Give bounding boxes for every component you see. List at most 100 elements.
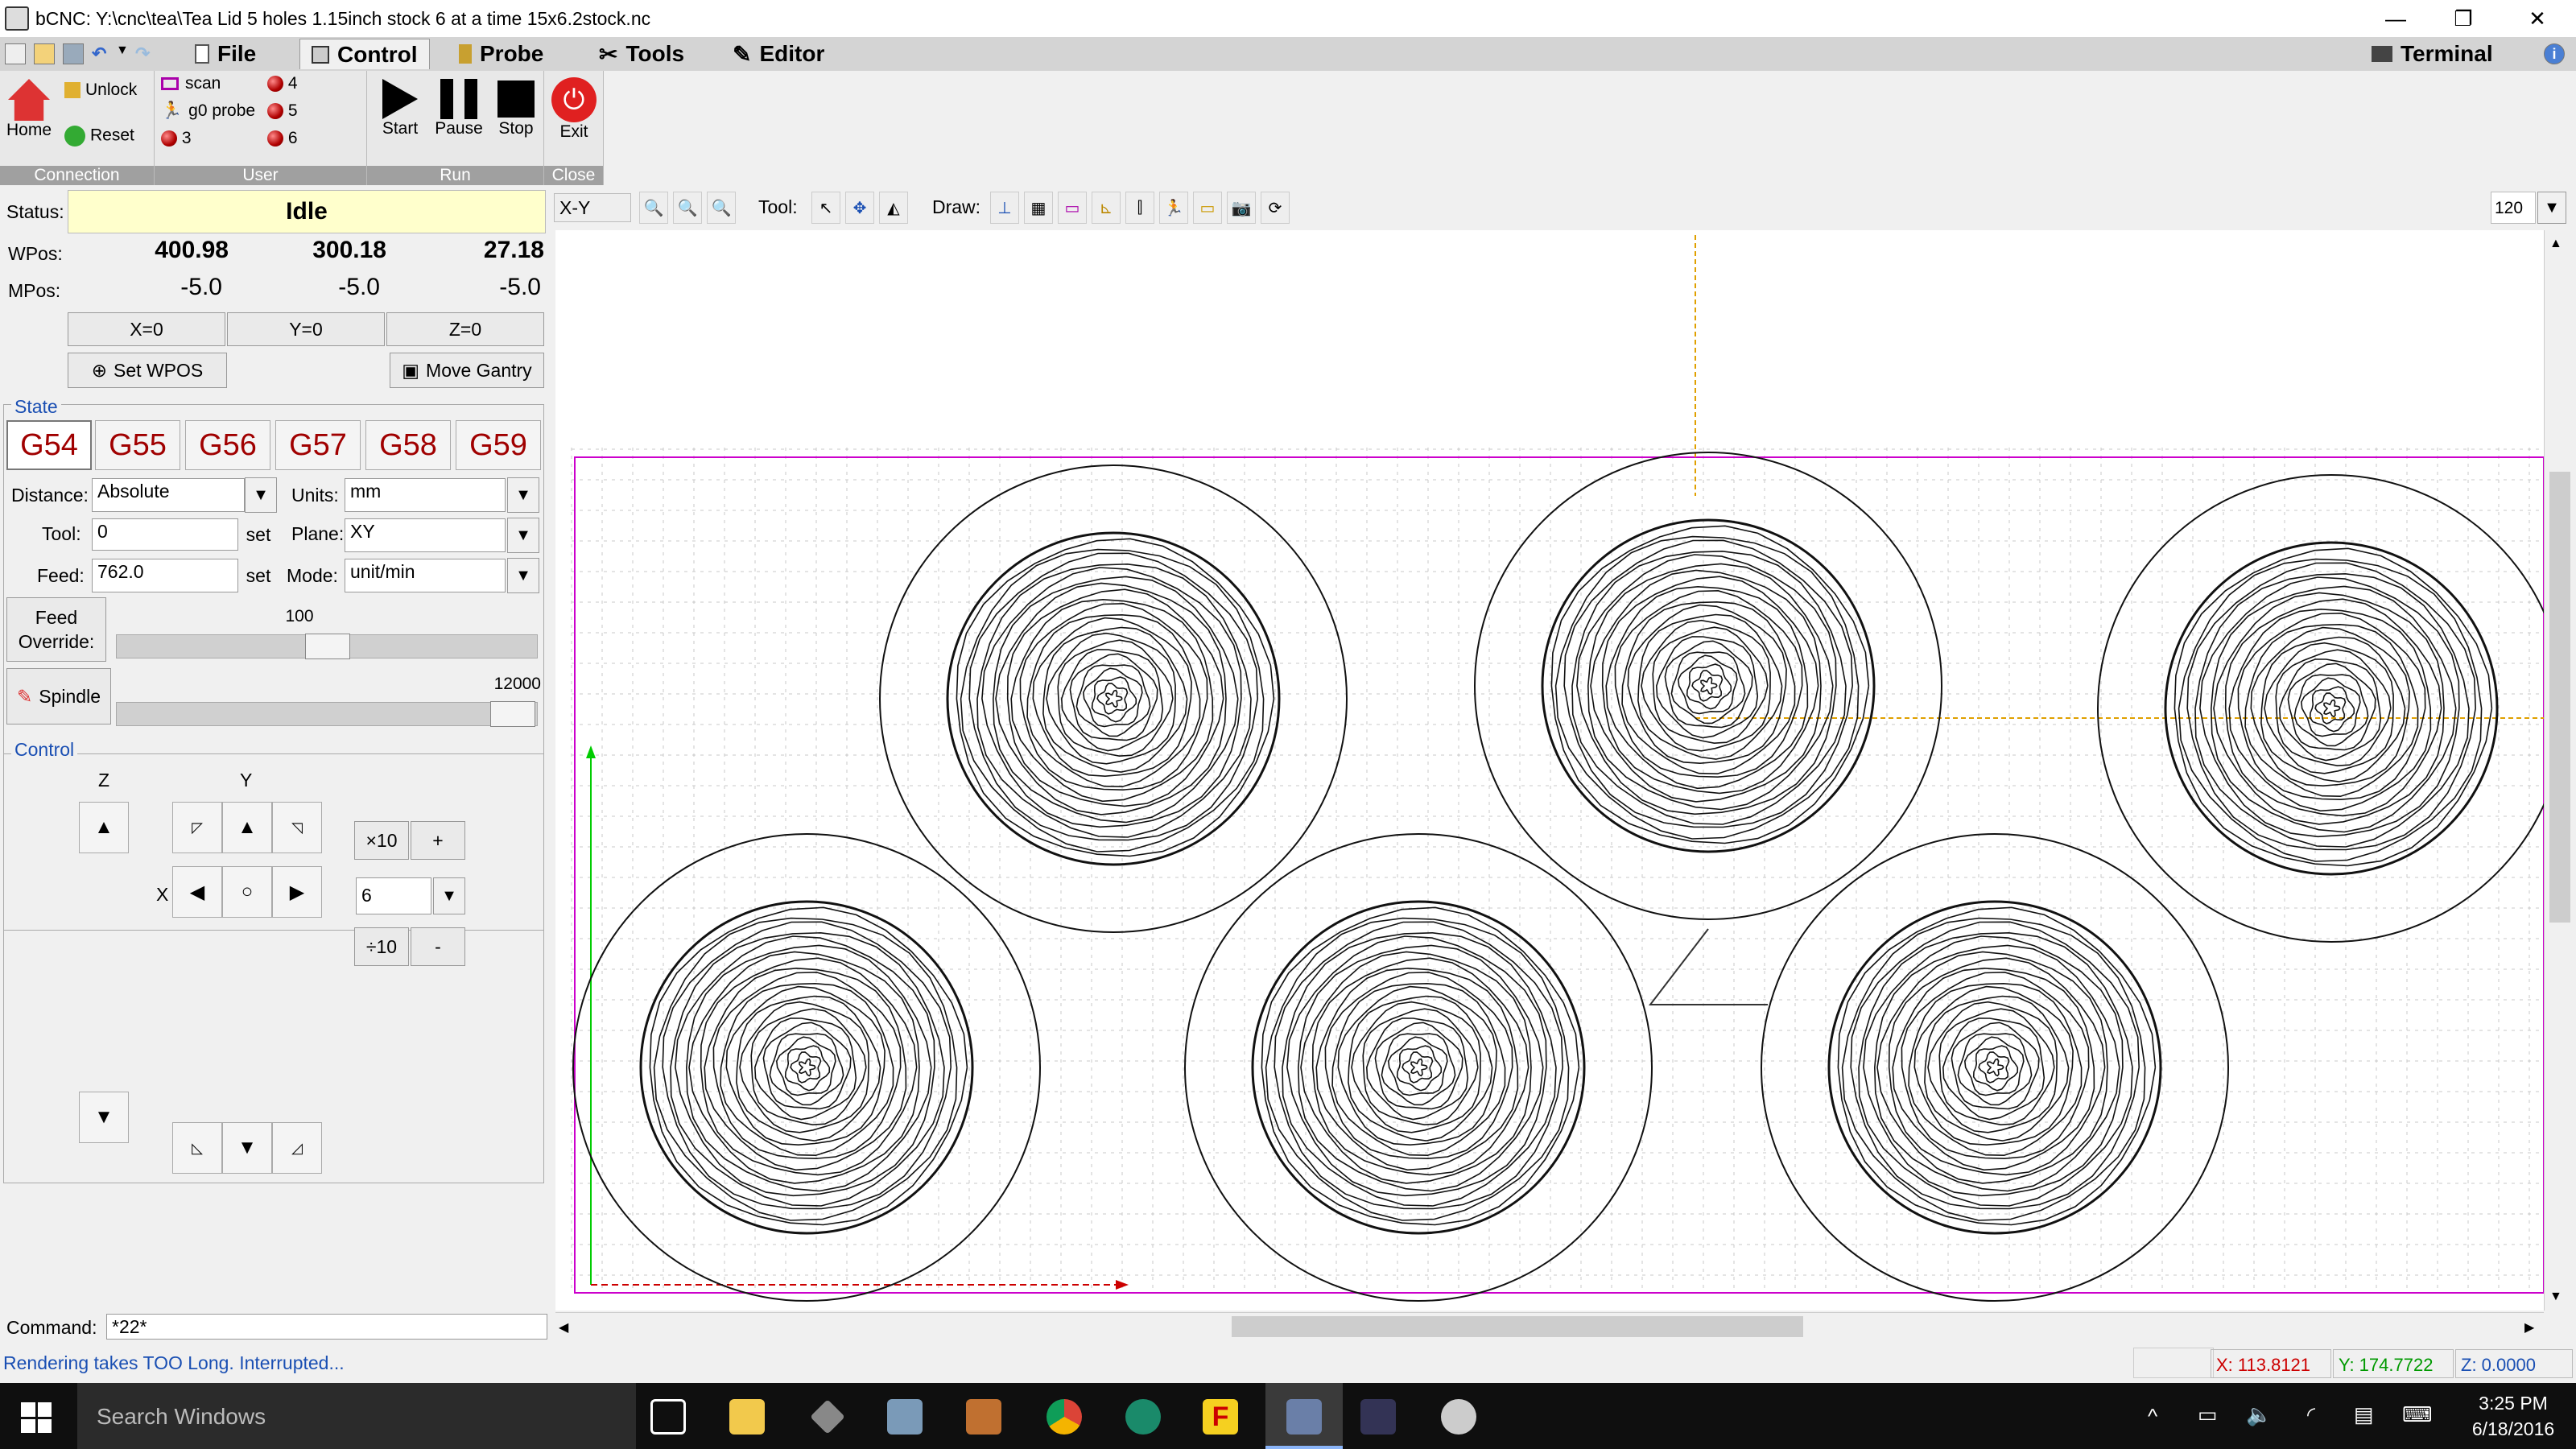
exit-button[interactable]: ⏻ Exit — [547, 77, 601, 142]
search-box[interactable]: Search Windows — [77, 1383, 636, 1449]
step-decrease-button[interactable]: - — [411, 927, 465, 966]
tab-terminal[interactable]: Terminal — [2360, 39, 2504, 69]
x-zero-button[interactable]: X=0 — [68, 312, 225, 346]
chrome-icon[interactable] — [1046, 1399, 1082, 1435]
battery-icon[interactable]: ▭ — [2198, 1402, 2218, 1427]
app-building-icon[interactable] — [887, 1399, 923, 1435]
reset-button[interactable]: Reset — [64, 126, 153, 147]
y-zero-button[interactable]: Y=0 — [227, 312, 385, 346]
ruler-icon[interactable]: ◭ — [879, 192, 908, 224]
step-divide-10-button[interactable]: ÷10 — [354, 927, 409, 966]
jog-z-up-button[interactable]: ▲ — [79, 802, 129, 853]
start-button[interactable]: Start — [372, 79, 428, 138]
tab-editor[interactable]: ✎ Editor — [721, 39, 836, 69]
vertical-scrollbar[interactable]: ▲ ▼ — [2544, 230, 2576, 1311]
gcode-canvas[interactable] — [555, 230, 2566, 1311]
plane-dropdown-icon[interactable]: ▼ — [507, 518, 539, 553]
zoom-fit-icon[interactable]: 🔍 — [707, 192, 736, 224]
spindle-toggle[interactable]: ✎ Spindle — [6, 668, 111, 724]
z-zero-button[interactable]: Z=0 — [386, 312, 544, 346]
app-joystick-icon[interactable] — [1360, 1399, 1396, 1435]
jog-x-minus-y-plus-button[interactable]: ◸ — [172, 802, 222, 853]
zoom-out-icon[interactable]: 🔍 — [673, 192, 702, 224]
app-sublime-icon[interactable] — [966, 1399, 1001, 1435]
scroll-down-icon[interactable]: ▼ — [2549, 1290, 2562, 1304]
windows-start-icon[interactable] — [21, 1402, 52, 1433]
feed-override-slider[interactable] — [116, 634, 538, 659]
volume-icon[interactable]: 🔈 — [2246, 1402, 2272, 1427]
tab-tools[interactable]: ✂ Tools — [588, 39, 696, 69]
jog-x-minus-y-minus-button[interactable]: ◺ — [172, 1122, 222, 1174]
feed-input[interactable]: 762.0 — [92, 559, 238, 592]
jog-y-down-button[interactable]: ▼ — [222, 1122, 272, 1174]
feed-set-button[interactable]: set — [240, 559, 277, 592]
tool-input[interactable]: 0 — [92, 518, 238, 551]
keyboard-icon[interactable]: ⌨ — [2402, 1402, 2433, 1427]
mode-select[interactable]: unit/min — [345, 559, 506, 592]
spindle-speed-slider[interactable] — [116, 701, 538, 727]
spindle-slider-thumb[interactable] — [490, 701, 535, 727]
minimize-button[interactable]: — — [2359, 0, 2433, 37]
tool-set-button[interactable]: set — [240, 518, 277, 551]
wcs-g57-button[interactable]: G57 — [275, 420, 361, 470]
refresh-icon[interactable]: ⟳ — [1261, 192, 1290, 224]
app-tree-icon[interactable] — [1125, 1399, 1161, 1435]
distance-select[interactable]: Absolute — [92, 478, 245, 512]
tab-probe[interactable]: Probe — [448, 39, 555, 69]
set-wpos-button[interactable]: ⊕ Set WPOS — [68, 353, 227, 388]
notifications-icon[interactable]: ▤ — [2354, 1402, 2374, 1427]
rapid-moves-icon[interactable]: 🏃 — [1159, 192, 1188, 224]
user-button-3[interactable]: 3 — [161, 129, 192, 148]
vertical-scroll-thumb[interactable] — [2549, 472, 2570, 923]
scan-button[interactable]: scan — [161, 74, 221, 93]
feed-override-slider-thumb[interactable] — [305, 634, 350, 659]
zoom-level-input[interactable]: 120 — [2491, 192, 2536, 224]
jog-center-button[interactable]: ○ — [222, 866, 272, 918]
scroll-up-icon[interactable]: ▲ — [2549, 237, 2562, 251]
units-select[interactable]: mm — [345, 478, 506, 512]
task-view-icon[interactable] — [650, 1399, 686, 1435]
home-button[interactable]: Home — [5, 79, 53, 140]
workarea-icon[interactable]: ⊾ — [1092, 192, 1121, 224]
g0-probe-button[interactable]: 🏃 g0 probe — [161, 101, 255, 121]
help-icon[interactable]: i — [2544, 43, 2565, 64]
wcs-g58-button[interactable]: G58 — [365, 420, 451, 470]
mode-dropdown-icon[interactable]: ▼ — [507, 558, 539, 593]
user-button-5[interactable]: 5 — [267, 101, 298, 121]
pause-button[interactable]: Pause — [428, 79, 489, 138]
jog-x-left-button[interactable]: ◀ — [172, 866, 222, 918]
step-increase-button[interactable]: + — [411, 821, 465, 860]
plane-select[interactable]: XY — [345, 518, 506, 552]
undo-icon[interactable]: ↶ — [92, 43, 113, 64]
save-icon[interactable] — [63, 43, 84, 64]
jog-x-plus-y-plus-button[interactable]: ◹ — [272, 802, 322, 853]
app-diamond-icon[interactable] — [810, 1399, 845, 1435]
tray-chevron-icon[interactable]: ^ — [2148, 1404, 2157, 1429]
distance-dropdown-icon[interactable]: ▼ — [245, 477, 277, 513]
wifi-icon[interactable]: ◜ — [2307, 1402, 2315, 1427]
move-gantry-button[interactable]: ▣ Move Gantry — [390, 353, 544, 388]
file-explorer-icon[interactable] — [729, 1399, 765, 1435]
new-file-icon[interactable] — [5, 43, 26, 64]
close-window-button[interactable]: ✕ — [2500, 0, 2574, 37]
probe-draw-icon[interactable]: ⫿ — [1125, 192, 1154, 224]
user-button-4[interactable]: 4 — [267, 74, 298, 93]
app-disc-icon[interactable] — [1441, 1399, 1476, 1435]
horizontal-scrollbar[interactable]: ◀ ▶ — [555, 1312, 2544, 1341]
pan-icon[interactable]: ✥ — [845, 192, 874, 224]
units-dropdown-icon[interactable]: ▼ — [507, 477, 539, 513]
tab-control[interactable]: Control — [299, 39, 430, 69]
jog-z-down-button[interactable]: ▼ — [79, 1092, 129, 1143]
horizontal-scroll-thumb[interactable] — [1232, 1316, 1803, 1337]
step-dropdown-icon[interactable]: ▼ — [433, 877, 465, 914]
open-file-icon[interactable] — [34, 43, 55, 64]
command-input[interactable]: *22* — [106, 1314, 547, 1340]
zoom-in-icon[interactable]: 🔍 — [639, 192, 668, 224]
jog-x-right-button[interactable]: ▶ — [272, 866, 322, 918]
scroll-right-icon[interactable]: ▶ — [2524, 1319, 2534, 1335]
margins-icon[interactable]: ▭ — [1058, 192, 1087, 224]
axes-icon[interactable]: ⊥ — [990, 192, 1019, 224]
select-pointer-icon[interactable]: ↖ — [811, 192, 840, 224]
jog-y-up-button[interactable]: ▲ — [222, 802, 272, 853]
wcs-g55-button[interactable]: G55 — [95, 420, 180, 470]
